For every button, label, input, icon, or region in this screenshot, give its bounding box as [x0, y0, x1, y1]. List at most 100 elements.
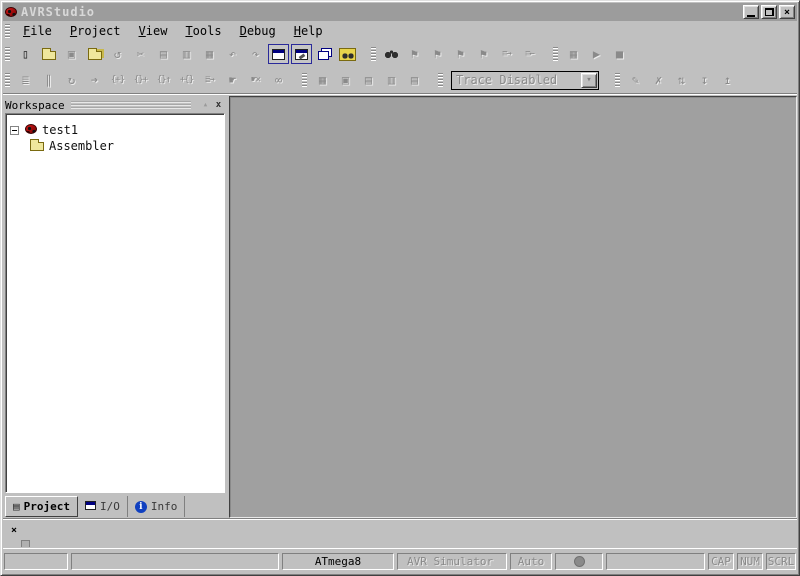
paste-button[interactable]: ▥ [176, 44, 197, 64]
clear-trace-icon: ✗ [655, 74, 662, 86]
options-window-button[interactable]: ▦ [563, 44, 584, 64]
toggle-output-button[interactable] [291, 44, 312, 64]
autostep-button[interactable]: ≣→ [199, 70, 220, 90]
clear-bookmarks-button[interactable]: ⚑ [473, 44, 494, 64]
toolbar-grip[interactable] [5, 47, 10, 61]
indent-button[interactable]: ≡→ [496, 44, 517, 64]
collapse-icon[interactable] [10, 126, 19, 135]
copy-button[interactable]: ▤ [153, 44, 174, 64]
remove-breakpoints-button[interactable]: ☛× [245, 70, 266, 90]
status-panel-2 [71, 553, 279, 570]
main-area: Workspace ▴ x test1 Assembler ▤ [3, 93, 797, 518]
undo-icon: ↶ [229, 48, 236, 60]
project-tree: test1 Assembler [5, 113, 225, 493]
chevron-down-icon[interactable]: ▾ [581, 73, 597, 88]
toggle-trace-button[interactable]: ✎ [625, 70, 646, 90]
restore-button[interactable] [761, 5, 777, 19]
prev-bookmark-button[interactable]: ⚑ [450, 44, 471, 64]
next-bookmark-button[interactable]: ⚑ [427, 44, 448, 64]
toolbar-grip[interactable] [371, 47, 376, 61]
trace-into-button[interactable]: ≣ [15, 70, 36, 90]
show-next-statement-button[interactable]: ➔ [84, 70, 105, 90]
status-led [574, 556, 585, 567]
minimize-button[interactable] [743, 5, 759, 19]
remove-breakpoints-icon: ☛× [251, 76, 260, 85]
trace-mode-select[interactable]: Trace Disabled▾ [451, 71, 599, 90]
save-file-button[interactable]: ▣ [61, 44, 82, 64]
menu-view[interactable]: View [130, 22, 177, 40]
workspace-grip[interactable] [71, 101, 191, 109]
run-button[interactable]: ▶ [586, 44, 607, 64]
cut-button[interactable]: ✂ [130, 44, 151, 64]
tab-project[interactable]: ▤ Project [5, 496, 78, 517]
menu-file[interactable]: File [14, 22, 61, 40]
open-project-button[interactable] [84, 44, 105, 64]
tab-io[interactable]: I/O [78, 496, 128, 517]
copy-icon: ▤ [160, 48, 167, 60]
step-into-button[interactable]: {+} [107, 70, 128, 90]
restore-icon [765, 8, 774, 16]
open-file-button[interactable] [38, 44, 59, 64]
memory-window-icon: ▥ [388, 74, 395, 86]
toolbar-grip[interactable] [5, 73, 10, 87]
toolbar-grip[interactable] [615, 73, 620, 87]
close-icon: × [784, 7, 790, 18]
step-out-button[interactable]: {}↑ [153, 70, 174, 90]
scroll-to-top-button[interactable]: ↥ [717, 70, 738, 90]
peripheral-window-button[interactable]: ▣ [335, 70, 356, 90]
menu-project[interactable]: Project [61, 22, 130, 40]
cut-icon: ✂ [137, 48, 144, 60]
menubar-grip[interactable] [5, 24, 10, 38]
workspace-close-button[interactable]: x [212, 99, 225, 111]
file-group: ▯ ▣ ↺ ✂ ▤ ▥▦ ↶ ↷ [3, 44, 359, 64]
toolbar-debug: ≣∥↻➔{+}{}+{}↑+{}≣→☛☛×∞▦▣▤▥▤Trace Disable… [3, 67, 797, 93]
toggle-workspace-button[interactable] [268, 44, 289, 64]
run-to-cursor-icon: +{} [180, 76, 193, 85]
step-over-button[interactable]: {}+ [130, 70, 151, 90]
undo-button[interactable]: ↶ [222, 44, 243, 64]
close-button[interactable]: × [779, 5, 795, 19]
toggle-breakpoint-button[interactable]: ☛ [222, 70, 243, 90]
register-window-button[interactable]: ▤ [358, 70, 379, 90]
run-to-cursor-button[interactable]: +{} [176, 70, 197, 90]
cascade-windows-button[interactable] [314, 44, 335, 64]
toggle-bookmark-button[interactable]: ⚑ [404, 44, 425, 64]
toolbar-grip[interactable] [553, 47, 558, 61]
watch-window-button[interactable]: ▦ [312, 70, 333, 90]
tree-node-assembler[interactable]: Assembler [10, 138, 220, 154]
print-button[interactable]: ▦ [199, 44, 220, 64]
reset-button[interactable]: ↻ [61, 70, 82, 90]
indent-icon: ≡→ [502, 50, 511, 59]
watch-window-icon: ▦ [319, 74, 326, 86]
memory-window-button[interactable]: ▥ [381, 70, 402, 90]
run-group: ▦▶■ [551, 44, 631, 64]
unindent-button[interactable]: ≡← [519, 44, 540, 64]
message-window-button[interactable]: ▤ [404, 70, 425, 90]
toolbar-grip[interactable] [302, 73, 307, 87]
quickwatch-button[interactable]: ∞ [268, 70, 289, 90]
toolbar-grip[interactable] [438, 73, 443, 87]
status-caps: CAP [708, 553, 734, 570]
output-close-button[interactable]: × [8, 524, 20, 536]
tab-label: Info [151, 500, 178, 513]
reload-button[interactable]: ↺ [107, 44, 128, 64]
workspace-pin-button[interactable]: ▴ [199, 99, 212, 111]
menu-help[interactable]: Help [285, 22, 332, 40]
trace-group: ✎ ✗ ⇅↧↥ [613, 70, 739, 90]
status-num: NUM [737, 553, 763, 570]
new-file-button[interactable]: ▯ [15, 44, 36, 64]
menu-debug[interactable]: Debug [231, 22, 285, 40]
break-button[interactable]: ∥ [38, 70, 59, 90]
clear-trace-button[interactable]: ✗ [648, 70, 669, 90]
redo-button[interactable]: ↷ [245, 44, 266, 64]
tree-node-test1[interactable]: test1 [10, 122, 220, 138]
menu-tools[interactable]: Tools [176, 22, 230, 40]
step-trace-button[interactable]: ⇅ [671, 70, 692, 90]
reset-icon: ↻ [68, 74, 75, 86]
find-button[interactable] [381, 44, 402, 64]
tab-info[interactable]: i Info [128, 496, 186, 517]
mdi-client-area [229, 96, 797, 518]
stop-button[interactable]: ■ [609, 44, 630, 64]
scroll-to-bottom-button[interactable]: ↧ [694, 70, 715, 90]
watch-button[interactable] [337, 44, 358, 64]
